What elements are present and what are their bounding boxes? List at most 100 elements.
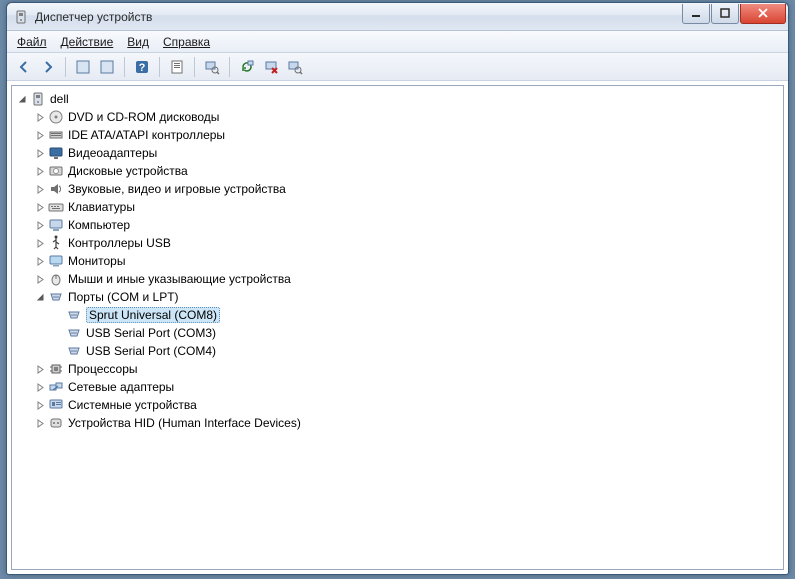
- host-icon: [30, 91, 46, 107]
- expand-icon[interactable]: [34, 165, 46, 177]
- toolbar-separator: [65, 57, 66, 77]
- toolbar-separator: [229, 57, 230, 77]
- device-manager-window: Диспетчер устройств Файл Действие Вид Сп…: [6, 2, 789, 575]
- update-driver-button[interactable]: [236, 56, 258, 78]
- tree-item-cat-8[interactable]: Мониторы: [30, 252, 783, 270]
- toolbar: [7, 53, 788, 81]
- keyboard-icon: [48, 199, 64, 215]
- collapse-icon[interactable]: [34, 291, 46, 303]
- menu-action[interactable]: Действие: [61, 35, 114, 49]
- tree-item-cat-7[interactable]: Контроллеры USB: [30, 234, 783, 252]
- tree-item-cat-11[interactable]: Процессоры: [30, 360, 783, 378]
- properties-button[interactable]: [166, 56, 188, 78]
- menu-view[interactable]: Вид: [127, 35, 149, 49]
- disable-button[interactable]: [284, 56, 306, 78]
- tree-item-leaf-10-2[interactable]: USB Serial Port (COM4): [48, 342, 783, 360]
- expand-icon[interactable]: [34, 255, 46, 267]
- tree-item-label: USB Serial Port (COM3): [86, 326, 216, 340]
- expand-icon[interactable]: [34, 147, 46, 159]
- tree-item-label: USB Serial Port (COM4): [86, 344, 216, 358]
- tree-item-label: Мыши и иные указывающие устройства: [68, 272, 291, 286]
- tree-item-cat-9[interactable]: Мыши и иные указывающие устройства: [30, 270, 783, 288]
- expand-icon[interactable]: [34, 237, 46, 249]
- app-icon: [13, 9, 29, 25]
- toolbar-separator: [159, 57, 160, 77]
- collapse-icon[interactable]: [16, 93, 28, 105]
- scan-hardware-button[interactable]: [201, 56, 223, 78]
- tree-item-label: Клавиатуры: [68, 200, 135, 214]
- tree-item-cat-2[interactable]: Видеоадаптеры: [30, 144, 783, 162]
- tree-item-label: Дисковые устройства: [68, 164, 188, 178]
- mouse-icon: [48, 271, 64, 287]
- toolbar-separator: [194, 57, 195, 77]
- tree-item-leaf-10-1[interactable]: USB Serial Port (COM3): [48, 324, 783, 342]
- tree-item-label: dell: [50, 92, 69, 106]
- tree-item-label: Sprut Universal (COM8): [86, 307, 220, 323]
- port-icon: [48, 289, 64, 305]
- tree-item-label: Процессоры: [68, 362, 138, 376]
- nav-forward-button[interactable]: [37, 56, 59, 78]
- help-button[interactable]: [131, 56, 153, 78]
- maximize-button[interactable]: [711, 4, 739, 24]
- tree-item-cat-14[interactable]: Устройства HID (Human Interface Devices): [30, 414, 783, 432]
- show-hide-tree-button[interactable]: [72, 56, 94, 78]
- uninstall-button[interactable]: [260, 56, 282, 78]
- show-hide-action-button[interactable]: [96, 56, 118, 78]
- tree-item-cat-6[interactable]: Компьютер: [30, 216, 783, 234]
- expand-icon[interactable]: [34, 273, 46, 285]
- expand-icon[interactable]: [34, 111, 46, 123]
- expand-icon[interactable]: [34, 363, 46, 375]
- hid-icon: [48, 415, 64, 431]
- monitor-icon: [48, 253, 64, 269]
- expand-icon[interactable]: [34, 399, 46, 411]
- network-icon: [48, 379, 64, 395]
- window-title: Диспетчер устройств: [35, 10, 681, 24]
- cpu-icon: [48, 361, 64, 377]
- tree-item-label: Компьютер: [68, 218, 130, 232]
- tree-item-label: Порты (COM и LPT): [68, 290, 179, 304]
- expander-spacer: [52, 327, 64, 339]
- tree-item-label: Контроллеры USB: [68, 236, 171, 250]
- expand-icon[interactable]: [34, 201, 46, 213]
- expand-icon[interactable]: [34, 183, 46, 195]
- tree-pane[interactable]: dell DVD и CD-ROM дисководы IDE ATA/ATAPI …: [11, 85, 784, 570]
- tree-item-cat-12[interactable]: Сетевые адаптеры: [30, 378, 783, 396]
- sound-icon: [48, 181, 64, 197]
- menu-help[interactable]: Справка: [163, 35, 210, 49]
- usb-icon: [48, 235, 64, 251]
- tree-item-cat-10[interactable]: Порты (COM и LPT): [30, 288, 783, 306]
- tree-item-cat-4[interactable]: Звуковые, видео и игровые устройства: [30, 180, 783, 198]
- port-icon: [66, 307, 82, 323]
- tree-item-label: Видеоадаптеры: [68, 146, 157, 160]
- tree-item-label: IDE ATA/ATAPI контроллеры: [68, 128, 225, 142]
- nav-back-button[interactable]: [13, 56, 35, 78]
- system-icon: [48, 397, 64, 413]
- tree-item-cat-5[interactable]: Клавиатуры: [30, 198, 783, 216]
- disk-icon: [48, 163, 64, 179]
- tree-item-leaf-10-0[interactable]: Sprut Universal (COM8): [48, 306, 783, 324]
- disc-icon: [48, 109, 64, 125]
- tree-item-cat-1[interactable]: IDE ATA/ATAPI контроллеры: [30, 126, 783, 144]
- menu-file[interactable]: Файл: [17, 35, 47, 49]
- tree-item-cat-0[interactable]: DVD и CD-ROM дисководы: [30, 108, 783, 126]
- titlebar[interactable]: Диспетчер устройств: [7, 3, 788, 31]
- expand-icon[interactable]: [34, 129, 46, 141]
- computer-icon: [48, 217, 64, 233]
- minimize-button[interactable]: [682, 4, 710, 24]
- expand-icon[interactable]: [34, 381, 46, 393]
- tree-item-root[interactable]: dell: [12, 90, 783, 108]
- close-button[interactable]: [740, 4, 786, 24]
- expand-icon[interactable]: [34, 219, 46, 231]
- display-icon: [48, 145, 64, 161]
- port-icon: [66, 343, 82, 359]
- tree-item-label: Системные устройства: [68, 398, 197, 412]
- window-controls: [681, 4, 786, 24]
- tree-item-label: DVD и CD-ROM дисководы: [68, 110, 219, 124]
- tree-item-cat-3[interactable]: Дисковые устройства: [30, 162, 783, 180]
- expander-spacer: [52, 345, 64, 357]
- tree-item-label: Устройства HID (Human Interface Devices): [68, 416, 301, 430]
- expander-spacer: [52, 309, 64, 321]
- menubar: Файл Действие Вид Справка: [7, 31, 788, 53]
- expand-icon[interactable]: [34, 417, 46, 429]
- tree-item-cat-13[interactable]: Системные устройства: [30, 396, 783, 414]
